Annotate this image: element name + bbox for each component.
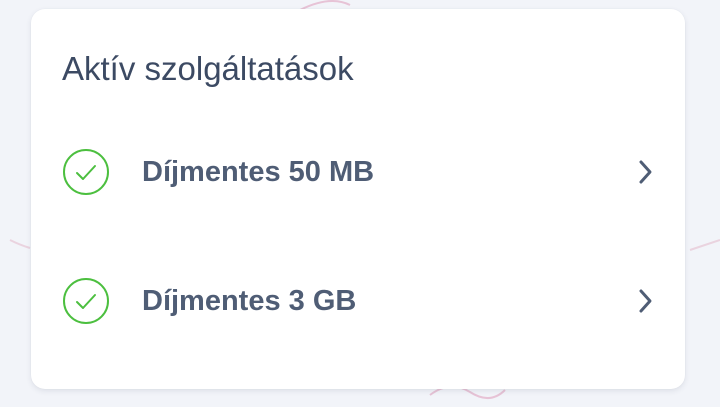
service-row-3gb[interactable]: Díjmentes 3 GB <box>31 261 685 341</box>
check-circle-icon <box>63 278 109 324</box>
chevron-right-icon[interactable] <box>636 158 656 186</box>
card-title: Aktív szolgáltatások <box>62 50 354 87</box>
service-row-50mb[interactable]: Díjmentes 50 MB <box>31 132 685 212</box>
active-services-card: Aktív szolgáltatások Díjmentes 50 MB Díj… <box>31 9 685 389</box>
chevron-right-icon[interactable] <box>636 287 656 315</box>
check-circle-icon <box>63 149 109 195</box>
service-label: Díjmentes 50 MB <box>142 156 375 188</box>
service-label: Díjmentes 3 GB <box>142 285 357 317</box>
